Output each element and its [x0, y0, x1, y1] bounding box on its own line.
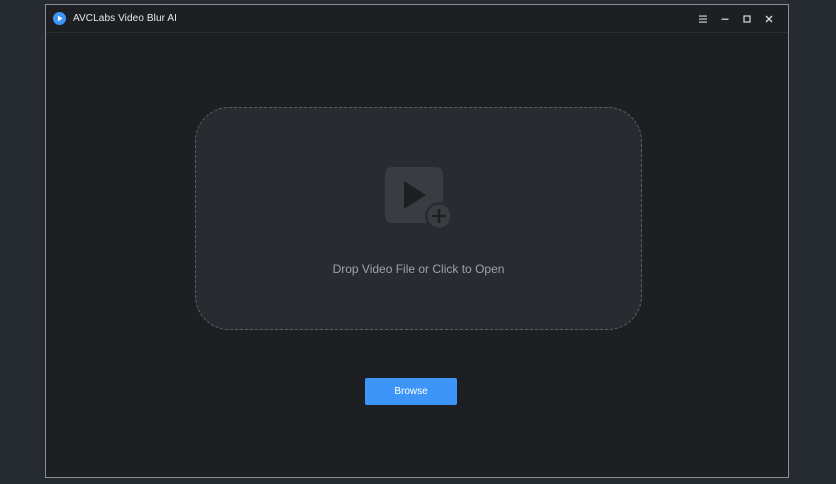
maximize-button[interactable]	[736, 8, 758, 30]
menu-icon	[699, 15, 707, 23]
video-drop-zone[interactable]: Drop Video File or Click to Open	[195, 107, 642, 330]
window-controls	[692, 5, 780, 32]
app-logo-icon	[53, 12, 66, 25]
app-title: AVCLabs Video Blur AI	[73, 13, 178, 24]
drop-zone-text: Drop Video File or Click to Open	[332, 262, 505, 276]
close-icon	[765, 15, 773, 22]
minimize-button[interactable]	[714, 8, 736, 30]
browse-button[interactable]: Browse	[365, 378, 457, 405]
minimize-icon	[721, 18, 729, 20]
title-bar: AVCLabs Video Blur AI	[46, 5, 788, 33]
app-window: AVCLabs Video Blur AI Drop Video File or…	[45, 4, 789, 478]
menu-button[interactable]	[692, 8, 714, 30]
close-button[interactable]	[758, 8, 780, 30]
video-add-icon	[385, 167, 453, 230]
maximize-icon	[743, 14, 751, 23]
